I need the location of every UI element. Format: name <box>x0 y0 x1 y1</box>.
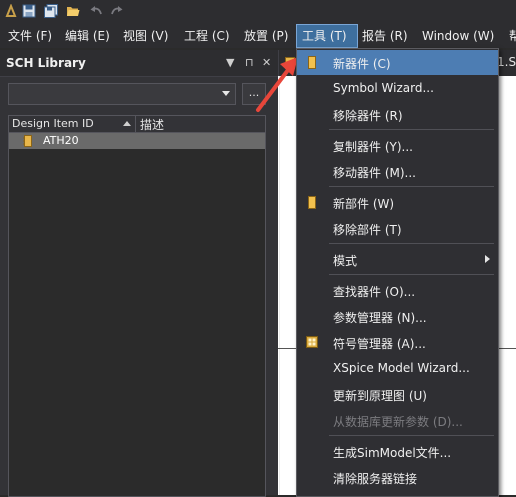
column-design-item-id[interactable]: Design Item ID <box>12 117 94 130</box>
component-icon <box>308 56 316 69</box>
menu-bar: 文件 (F) 编辑 (E) 视图 (V) 工程 (C) 放置 (P) 工具 (T… <box>0 24 516 48</box>
menu-edit[interactable]: 编辑 (E) <box>59 24 116 48</box>
document-tab[interactable]: 1.Sc <box>497 55 516 69</box>
sch-library-panel: SCH Library ▼ ⊓ ✕ ... Design Item ID 描述 … <box>0 50 278 497</box>
menu-place[interactable]: 放置 (P) <box>238 24 294 48</box>
symbol-manager-icon <box>306 336 318 348</box>
menu-item-parameter-manager[interactable]: 参数管理器 (N)... <box>297 304 498 329</box>
menu-item-new-component[interactable]: 新器件 (C) <box>297 50 498 75</box>
menu-help[interactable]: 帮 <box>503 24 516 48</box>
menu-item-remove-component[interactable]: 移除器件 (R) <box>297 102 498 127</box>
component-grid: Design Item ID 描述 ATH20 <box>8 115 266 497</box>
tools-menu-dropdown: 新器件 (C) Symbol Wizard... 移除器件 (R) 复制器件 (… <box>296 48 499 497</box>
menu-separator <box>329 186 494 187</box>
redo-icon[interactable] <box>110 4 124 18</box>
menu-item-update-from-database: 从数据库更新参数 (D)... <box>333 415 463 429</box>
menu-view[interactable]: 视图 (V) <box>117 24 174 48</box>
menu-item-clear-server-links[interactable]: 清除服务器链接 <box>297 465 498 490</box>
panel-header: SCH Library ▼ ⊓ ✕ <box>0 50 278 77</box>
panel-menu-icon[interactable]: ▼ <box>226 56 234 69</box>
grid-header: Design Item ID 描述 <box>9 116 265 133</box>
menu-item-xspice-model-wizard[interactable]: XSpice Model Wizard... <box>297 356 498 381</box>
filter-dropdown[interactable] <box>8 83 236 105</box>
column-separator[interactable] <box>135 116 136 132</box>
menu-item-find-component[interactable]: 查找器件 (O)... <box>297 278 498 303</box>
menu-tools[interactable]: 工具 (T) <box>296 24 358 48</box>
submenu-arrow-icon <box>485 255 490 263</box>
menu-item-generate-simmodel[interactable]: 生成SimModel文件... <box>297 439 498 464</box>
menu-item-new-part[interactable]: 新部件 (W) <box>297 190 498 215</box>
menu-separator <box>329 435 494 436</box>
panel-title: SCH Library <box>6 56 86 70</box>
menu-item-move-component[interactable]: 移动器件 (M)... <box>297 159 498 184</box>
menu-item-copy-component[interactable]: 复制器件 (Y)... <box>297 133 498 158</box>
menu-item-update-schematics[interactable]: 更新到原理图 (U) <box>297 382 498 407</box>
menu-item-remove-part[interactable]: 移除部件 (T) <box>297 216 498 241</box>
menu-separator <box>329 243 494 244</box>
menu-item-symbol-manager[interactable]: 符号管理器 (A)... <box>297 330 498 355</box>
quick-access-toolbar <box>0 0 516 24</box>
save-all-icon[interactable] <box>44 4 58 18</box>
component-icon <box>23 135 32 147</box>
menu-item-symbol-wizard[interactable]: Symbol Wizard... <box>297 76 498 101</box>
app-logo-icon[interactable] <box>4 4 18 18</box>
table-row[interactable]: ATH20 <box>9 133 265 149</box>
design-item-id-cell: ATH20 <box>43 134 79 147</box>
menu-separator <box>329 129 494 130</box>
component-icon <box>308 196 316 209</box>
chevron-down-icon <box>222 91 230 96</box>
save-icon[interactable] <box>22 4 36 18</box>
menu-window[interactable]: Window (W) <box>416 24 500 48</box>
canvas-border <box>279 76 280 495</box>
column-description[interactable]: 描述 <box>140 116 164 133</box>
open-folder-icon[interactable] <box>66 4 80 18</box>
menu-item-mode[interactable]: 模式 <box>297 247 498 272</box>
menu-separator <box>329 274 494 275</box>
sort-ascending-icon <box>123 121 131 126</box>
menu-project[interactable]: 工程 (C) <box>178 24 236 48</box>
undo-icon[interactable] <box>89 4 103 18</box>
menu-file[interactable]: 文件 (F) <box>2 24 58 48</box>
menu-reports[interactable]: 报告 (R) <box>356 24 414 48</box>
